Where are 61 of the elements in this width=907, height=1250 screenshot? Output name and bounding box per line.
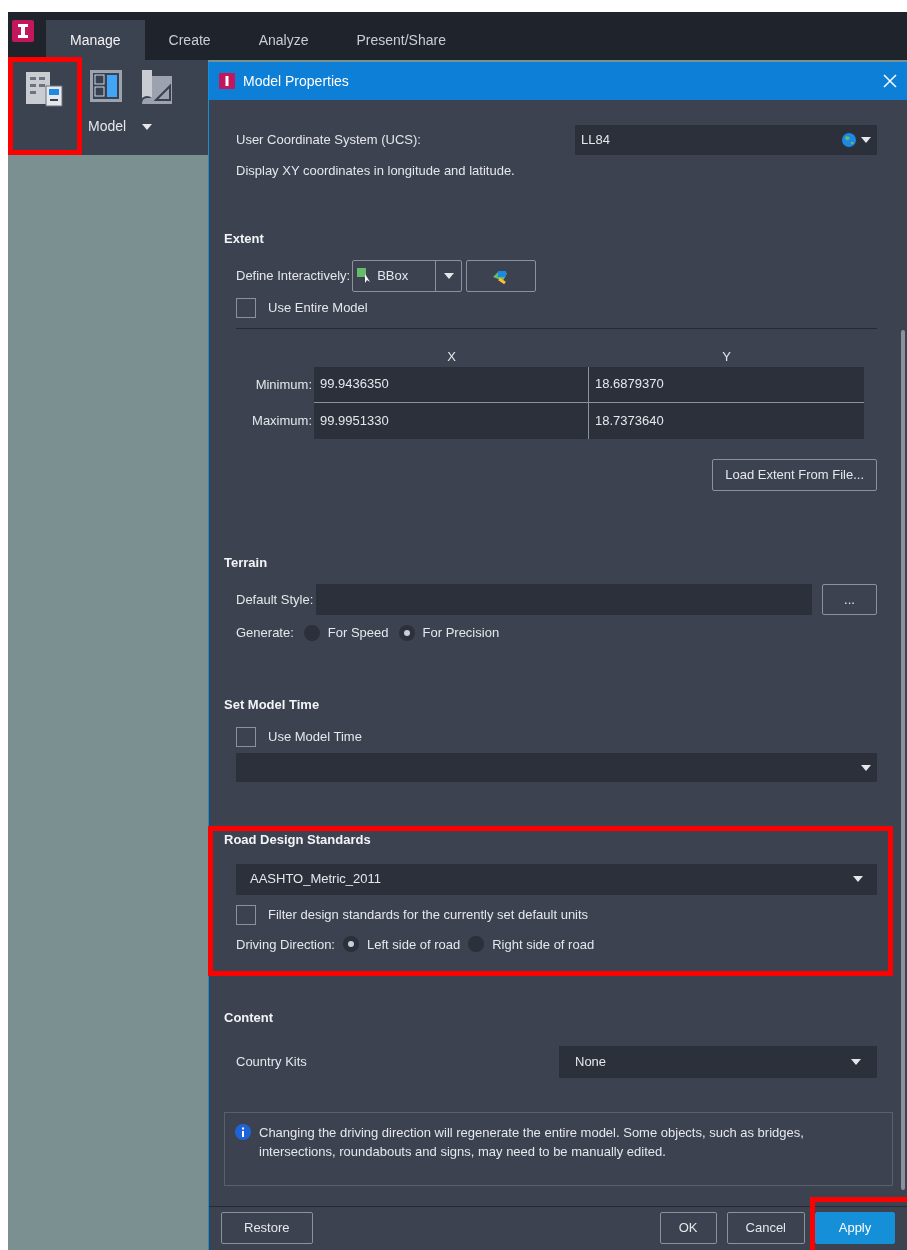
- ribbon-tab[interactable]: Present/Share: [332, 20, 470, 60]
- caret-icon: [142, 123, 153, 130]
- bbox-dropdown[interactable]: BBox: [352, 260, 463, 292]
- globe-icon: [841, 132, 857, 148]
- checkbox-label: Filter design standards for the currently set default units: [268, 905, 589, 924]
- field-label: User Coordinate System (UCS):: [236, 131, 422, 150]
- app-logo-icon: [219, 73, 235, 89]
- section-heading: Content: [224, 1009, 275, 1027]
- field-label: Define Interactively:: [236, 267, 351, 286]
- section-heading: Road Design Standards: [224, 831, 372, 849]
- model-dropdown[interactable]: Model: [88, 116, 174, 137]
- checkbox[interactable]: [236, 904, 256, 925]
- caret-icon: [853, 876, 863, 882]
- column-header: Y: [721, 348, 732, 366]
- browse-button[interactable]: ...: [822, 584, 877, 615]
- field-label: Driving Direction:: [236, 935, 335, 954]
- radio-label: Left side of road: [367, 935, 461, 954]
- description-text: Display XY coordinates in longitude and latitude.: [235, 162, 516, 180]
- section-heading: Set Model Time: [224, 695, 321, 714]
- section-heading: Extent: [224, 229, 265, 248]
- section-heading: Terrain: [224, 553, 269, 572]
- dialog-button[interactable]: Cancel: [726, 1211, 805, 1244]
- checkbox[interactable]: [236, 727, 256, 747]
- coordinate-field[interactable]: 18.7373640: [589, 402, 864, 439]
- column-header: X: [446, 348, 457, 366]
- dialog-button[interactable]: Restore: [221, 1211, 313, 1244]
- close-icon[interactable]: [883, 74, 897, 88]
- standards-dropdown[interactable]: AASHTO_Metric_2011: [236, 863, 877, 895]
- ribbon-tab[interactable]: Manage: [46, 20, 145, 60]
- checkbox-label: Use Model Time: [268, 728, 362, 747]
- field-label: Country Kits: [236, 1052, 308, 1071]
- caret-icon: [861, 137, 871, 143]
- field-label: Generate:: [236, 624, 294, 642]
- dialog-button[interactable]: OK: [659, 1211, 717, 1244]
- checkbox-label: Use Entire Model: [268, 299, 368, 318]
- ribbon-tab[interactable]: Create: [144, 20, 235, 60]
- ribbon-tab[interactable]: Analyze: [234, 20, 333, 60]
- row-label: Minimum:: [254, 375, 313, 394]
- coordinate-field[interactable]: 99.9436350: [314, 366, 589, 403]
- country-kits-dropdown[interactable]: None: [559, 1045, 877, 1078]
- radio-label: Right side of road: [492, 935, 595, 954]
- coordinate-field[interactable]: 99.9951330: [314, 402, 589, 439]
- caret-icon: [861, 764, 871, 771]
- info-text: Changing the driving direction will regenerate the entire model. Some objects, such as bridges, intersections, roundabouts and signs, may need to be manually edited.: [259, 1123, 805, 1161]
- caret-icon: [443, 273, 454, 279]
- layout-icon[interactable]: [88, 68, 124, 104]
- radio-label: For Speed: [327, 624, 389, 642]
- load-extent-button[interactable]: Load Extent From File...: [712, 458, 877, 491]
- caret-icon: [851, 1058, 861, 1065]
- pick-on-map-button[interactable]: [466, 260, 537, 292]
- checkbox[interactable]: [236, 298, 256, 318]
- ucs-dropdown[interactable]: LL84: [575, 125, 877, 155]
- info-icon: [235, 1123, 251, 1140]
- coordinate-field[interactable]: 18.6879370: [589, 366, 864, 403]
- radio-button[interactable]: [398, 624, 415, 641]
- app-logo-icon: [12, 20, 34, 42]
- radio-label: For Precision: [422, 624, 500, 642]
- radio-button[interactable]: [343, 936, 359, 953]
- dialog-title: Model Properties: [243, 71, 350, 91]
- field-label: Default Style:: [236, 590, 314, 609]
- row-label: Maximum:: [251, 411, 313, 430]
